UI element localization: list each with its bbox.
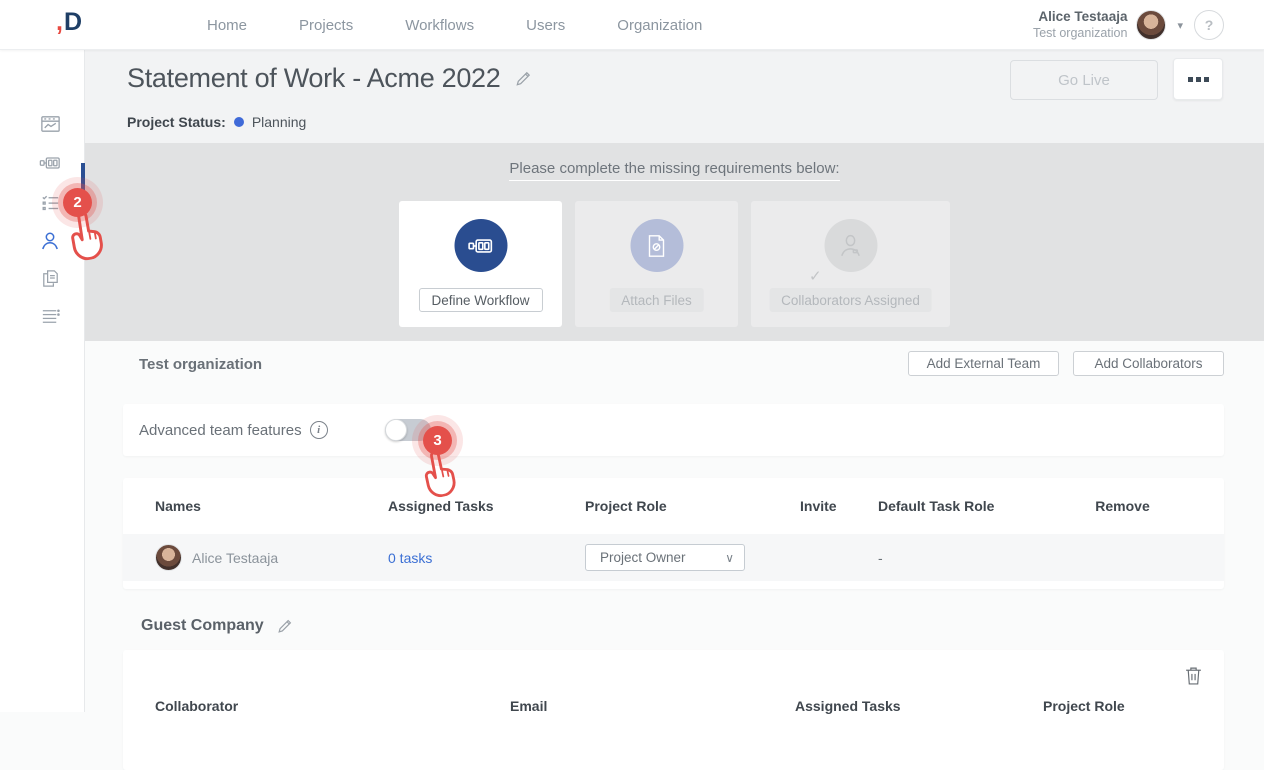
top-navigation-bar: ,D Home Projects Workflows Users Organiz…: [0, 0, 1264, 50]
page-header-section: Statement of Work - Acme 2022 Project St…: [85, 50, 1264, 143]
table-row: Alice Testaaja 0 tasks Project Owner ∨ -: [123, 534, 1224, 581]
person-icon: [836, 231, 866, 261]
sidebar-item-activity-log[interactable]: [31, 299, 69, 333]
define-workflow-button[interactable]: Define Workflow: [418, 288, 542, 312]
team-section: Test organization Add External Team Add …: [85, 341, 1264, 712]
workflow-icon: [38, 152, 62, 174]
members-table-header: Names Assigned Tasks Project Role Invite…: [123, 478, 1224, 534]
member-avatar: [155, 544, 182, 571]
project-status-label: Project Status:: [127, 114, 226, 130]
check-icon: ✓: [809, 267, 822, 285]
file-link-icon: [644, 232, 670, 260]
sidebar-item-workflows[interactable]: [31, 146, 69, 180]
guest-company-heading: Guest Company: [141, 617, 264, 635]
logo-letter: D: [64, 8, 82, 36]
missing-requirements-banner: Please complete the missing requirements…: [85, 143, 1264, 341]
help-icon[interactable]: ?: [1194, 10, 1224, 40]
organization-heading: Test organization: [139, 356, 262, 373]
project-role-select[interactable]: Project Owner ∨: [585, 544, 745, 571]
requirement-card-attach-files: Attach Files: [575, 201, 738, 327]
column-header-names: Names: [155, 498, 388, 514]
workflow-circle: [454, 219, 507, 272]
column-header-remove: Remove: [1053, 498, 1192, 514]
tutorial-step-badge-3: 3: [423, 426, 452, 455]
delete-guest-company-trash-icon[interactable]: [1185, 666, 1202, 685]
requirement-cards: Define Workflow Attach Files: [85, 201, 1264, 327]
file-circle: [630, 219, 683, 272]
add-collaborators-button[interactable]: Add Collaborators: [1073, 351, 1224, 376]
nav-projects[interactable]: Projects: [299, 17, 353, 34]
nav-organization[interactable]: Organization: [617, 17, 702, 34]
user-organization: Test organization: [1033, 26, 1128, 42]
default-task-role-cell: -: [878, 550, 1053, 566]
go-live-button[interactable]: Go Live: [1010, 60, 1158, 100]
edit-guest-company-pencil-icon[interactable]: [276, 617, 294, 635]
sidebar-item-dashboard[interactable]: [31, 107, 69, 141]
user-icon: [38, 229, 62, 253]
chevron-down-icon: ∨: [725, 551, 734, 565]
assigned-tasks-link[interactable]: 0 tasks: [388, 550, 432, 566]
page-title: Statement of Work - Acme 2022: [127, 63, 500, 94]
requirements-message: Please complete the missing requirements…: [85, 160, 1264, 177]
list-lines-icon: [39, 305, 62, 328]
column-header-assigned-tasks: Assigned Tasks: [388, 498, 585, 514]
task-list-icon: [39, 192, 62, 215]
status-dot-icon: [234, 117, 244, 127]
toggle-knob: [385, 419, 407, 441]
nav-workflows[interactable]: Workflows: [405, 17, 474, 34]
project-role-value: Project Owner: [600, 550, 686, 565]
documents-icon: [39, 267, 62, 290]
requirement-card-define-workflow: Define Workflow: [399, 201, 562, 327]
left-sidebar: [0, 50, 85, 712]
sidebar-item-documents[interactable]: [31, 261, 69, 295]
more-options-button[interactable]: [1173, 58, 1223, 100]
company-logo[interactable]: ,D: [56, 8, 82, 37]
members-table: Names Assigned Tasks Project Role Invite…: [123, 478, 1224, 589]
edit-title-pencil-icon[interactable]: [514, 69, 533, 88]
guest-company-table: Collaborator Email Assigned Tasks Projec…: [123, 650, 1224, 770]
column-header-default-task-role: Default Task Role: [878, 498, 1053, 514]
collaborators-assigned-button[interactable]: Collaborators Assigned: [769, 288, 932, 312]
person-circle: [824, 219, 877, 272]
user-menu[interactable]: Alice Testaaja Test organization ▾ ?: [1033, 0, 1224, 50]
workflow-icon: [467, 233, 495, 259]
user-info: Alice Testaaja Test organization: [1033, 9, 1128, 42]
advanced-features-label: Advanced team features: [139, 422, 302, 439]
logo-accent: ,: [56, 8, 63, 36]
dashboard-icon: [39, 113, 62, 136]
nav-home[interactable]: Home: [207, 17, 247, 34]
nav-users[interactable]: Users: [526, 17, 565, 34]
chevron-down-icon[interactable]: ▾: [1175, 19, 1185, 32]
info-icon[interactable]: i: [310, 421, 328, 439]
user-avatar[interactable]: [1136, 10, 1166, 40]
user-name: Alice Testaaja: [1033, 9, 1128, 26]
add-external-team-button[interactable]: Add External Team: [908, 351, 1059, 376]
dot-icon: [1196, 77, 1201, 82]
dot-icon: [1204, 77, 1209, 82]
attach-files-button[interactable]: Attach Files: [609, 288, 704, 312]
member-name: Alice Testaaja: [192, 550, 278, 566]
advanced-features-card: Advanced team features i: [123, 404, 1224, 456]
column-header-invite: Invite: [800, 498, 878, 514]
tutorial-step-badge-2: 2: [63, 188, 92, 217]
column-header-project-role: Project Role: [585, 498, 800, 514]
dot-icon: [1188, 77, 1193, 82]
project-status-value: Planning: [252, 114, 307, 130]
main-nav: Home Projects Workflows Users Organizati…: [207, 0, 702, 50]
hand-pointer-icon: [59, 206, 113, 263]
requirement-card-collaborators-assigned: ✓ Collaborators Assigned: [751, 201, 950, 327]
